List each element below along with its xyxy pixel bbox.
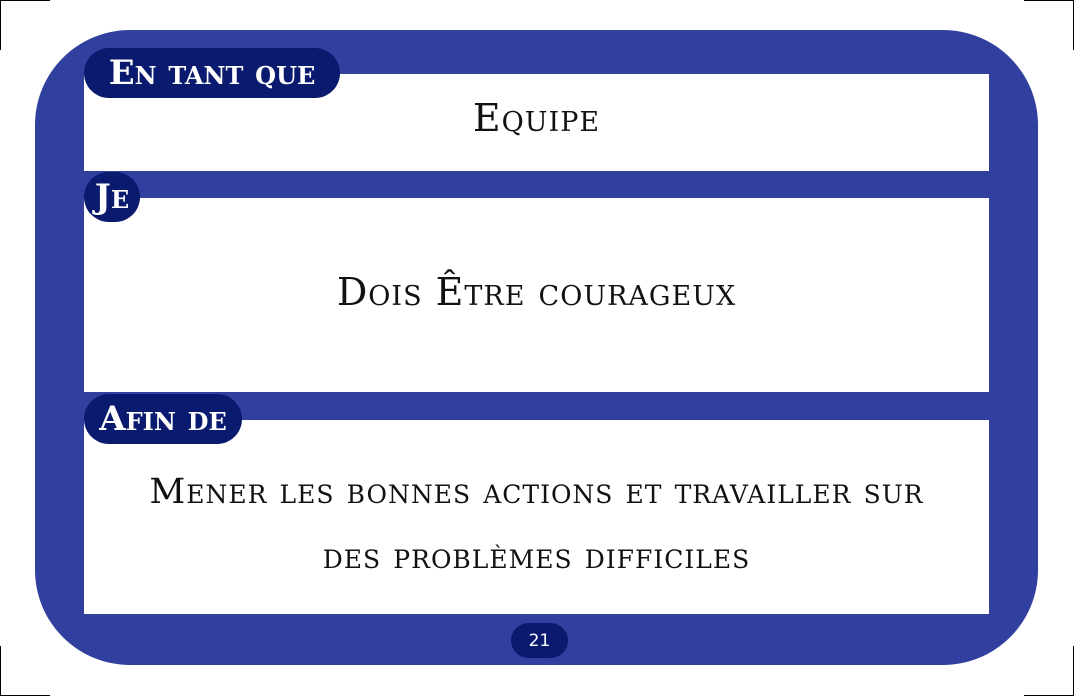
- need-panel: Dois Être courageux: [84, 198, 989, 392]
- crop-mark-top-right-h: [1024, 0, 1074, 1]
- crop-mark-top-left-h: [0, 0, 50, 1]
- goal-panel: Mener les bonnes actions et travailler s…: [84, 420, 989, 614]
- role-value: Equipe: [472, 96, 601, 140]
- goal-value-line-2: des problèmes difficiles: [322, 537, 751, 577]
- goal-value-line-1: Mener les bonnes actions et travailler s…: [149, 472, 924, 512]
- need-tag: Je: [84, 172, 140, 222]
- page-number: 21: [528, 630, 551, 651]
- page-number-badge: 21: [511, 623, 568, 658]
- role-tag: En tant que: [84, 48, 340, 98]
- goal-tag: Afin de: [84, 394, 242, 444]
- crop-mark-top-left-v: [0, 0, 1, 50]
- crop-mark-bottom-left-v: [0, 646, 1, 696]
- need-value: Dois Être courageux: [336, 270, 737, 314]
